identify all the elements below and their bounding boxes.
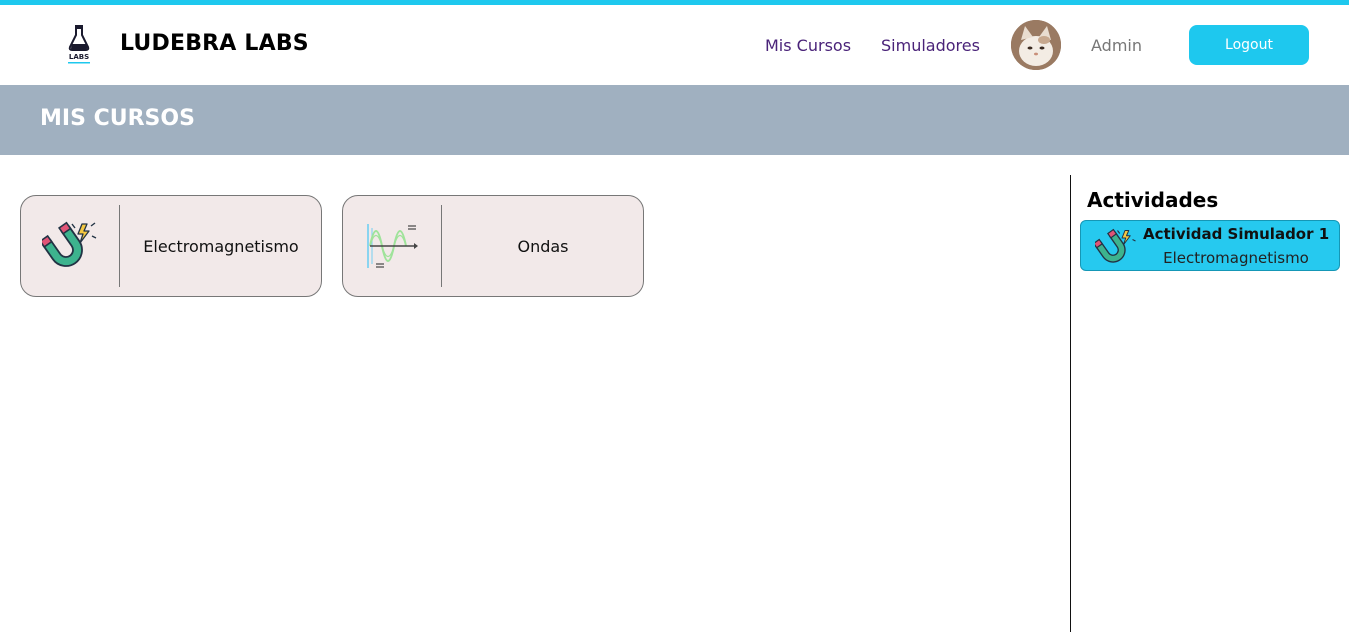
activity-subtitle: Electromagnetismo (1163, 249, 1309, 267)
logout-button[interactable]: Logout (1189, 25, 1309, 65)
wave-icon (343, 196, 441, 296)
activity-card[interactable]: Actividad Simulador 1 Electromagnetismo (1080, 220, 1340, 271)
navbar: LABS LUDEBRA LABS Mis Cursos Simuladores… (0, 5, 1349, 85)
magnet-icon (1092, 226, 1137, 268)
sidebar-divider (1070, 175, 1071, 632)
brand-name: LUDEBRA LABS (120, 31, 309, 56)
page-title: MIS CURSOS (40, 106, 195, 131)
activity-title: Actividad Simulador 1 (1143, 225, 1330, 243)
magnet-icon (21, 196, 119, 296)
page-banner: MIS CURSOS (0, 85, 1349, 155)
logo-text: LABS (69, 53, 89, 61)
course-label: Electromagnetismo (143, 236, 299, 256)
course-card-ondas[interactable]: Ondas (342, 195, 644, 297)
sidebar-title: Actividades (1087, 188, 1219, 212)
avatar[interactable] (1011, 20, 1061, 70)
brand-logo-icon[interactable]: LABS (62, 23, 96, 65)
course-card-electromagnetismo[interactable]: Electromagnetismo (20, 195, 322, 297)
nav-link-mis-cursos[interactable]: Mis Cursos (765, 36, 851, 55)
nav-link-simuladores[interactable]: Simuladores (881, 36, 980, 55)
username-label: Admin (1091, 36, 1142, 55)
course-label: Ondas (517, 236, 569, 256)
